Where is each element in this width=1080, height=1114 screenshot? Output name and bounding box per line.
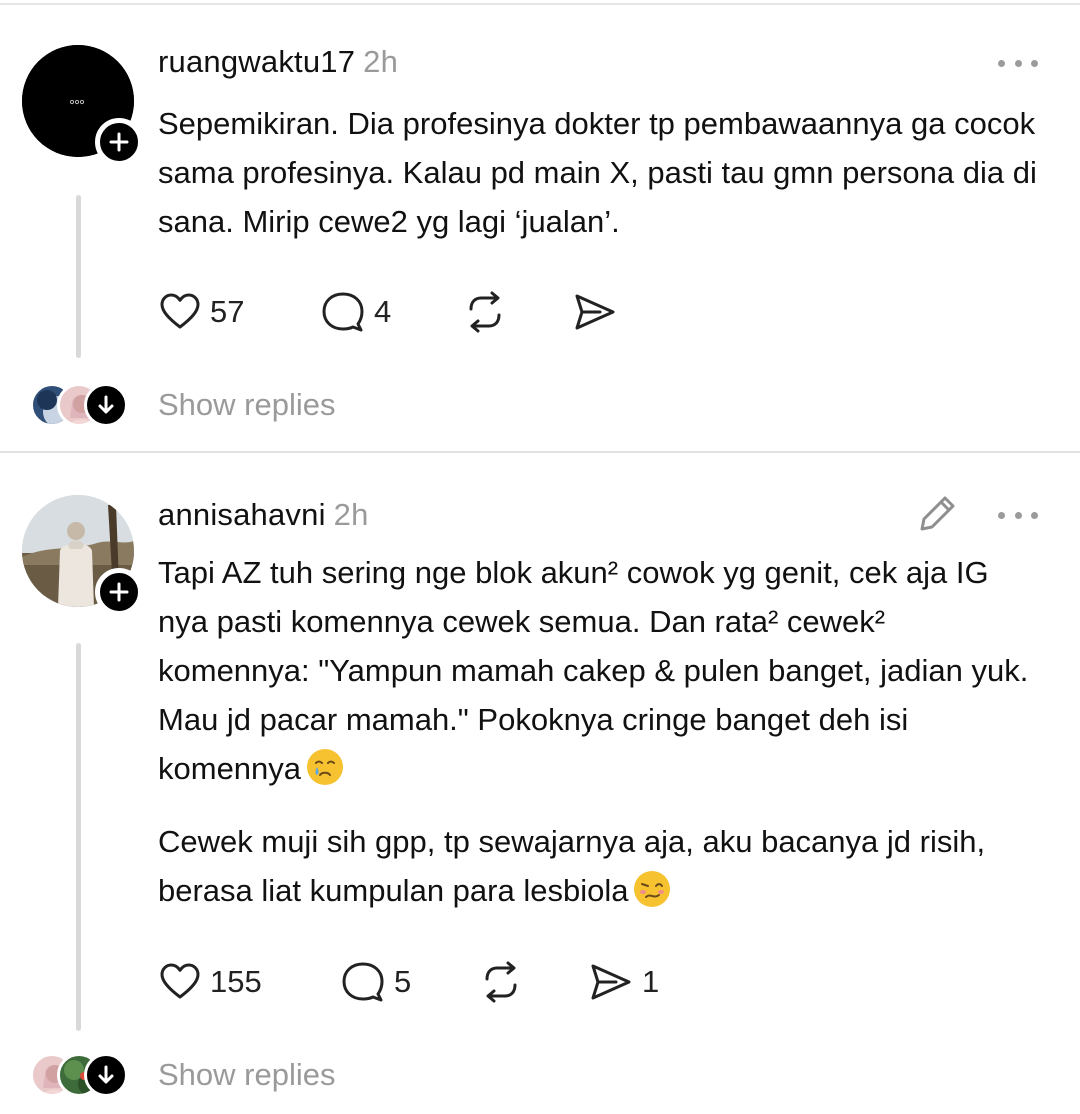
comment-count: 5 [394, 964, 412, 999]
edit-button[interactable] [918, 493, 958, 533]
timestamp: 2h [363, 44, 399, 79]
post-header: ruangwaktu17 2h [158, 44, 398, 80]
thread-post: ruangwaktu17 2h Sepemikiran. Dia profesin… [0, 0, 1080, 451]
post-header: annisahavni 2h [158, 497, 369, 533]
share-button[interactable] [572, 288, 618, 336]
expand-replies-button[interactable] [84, 383, 128, 427]
repost-icon [485, 961, 517, 1003]
post-text: Tapi AZ tuh sering nge blok akun² cowok … [158, 548, 1038, 793]
heart-icon [160, 293, 200, 329]
arrow-down-icon [98, 395, 114, 414]
follow-button[interactable] [95, 118, 143, 166]
post-text: Cewek muji sih gpp, tp sewajarnya aja, a… [158, 817, 1038, 915]
thread-line [76, 643, 81, 1031]
woozy-face-emoji [634, 871, 671, 907]
comment-button[interactable]: 4 [320, 288, 462, 336]
repost-icon [469, 291, 501, 333]
username[interactable]: annisahavni [158, 497, 326, 532]
post-paragraph: Cewek muji sih gpp, tp sewajarnya aja, a… [158, 824, 986, 908]
action-bar: 57 4 [158, 288, 618, 336]
timestamp: 2h [333, 497, 369, 532]
post-text: Sepemikiran. Dia profesinya dokter tp pe… [158, 106, 1037, 239]
show-replies-link[interactable]: Show replies [158, 1057, 335, 1093]
comment-bubble-icon [322, 292, 364, 332]
thread-line [76, 195, 81, 358]
comment-count: 4 [374, 294, 392, 329]
like-count: 155 [210, 964, 262, 999]
like-button[interactable]: 57 [158, 288, 320, 336]
more-dots-icon[interactable] [998, 57, 1038, 69]
show-replies-link[interactable]: Show replies [158, 387, 335, 423]
pencil-icon [920, 496, 955, 531]
repost-button[interactable] [462, 288, 572, 336]
username[interactable]: ruangwaktu17 [158, 44, 355, 79]
expand-replies-button[interactable] [84, 1053, 128, 1097]
send-icon [591, 964, 631, 1000]
like-count: 57 [210, 294, 245, 329]
show-replies-row[interactable]: Show replies [0, 1053, 1080, 1101]
share-count: 1 [642, 964, 660, 999]
comment-bubble-icon [342, 962, 384, 1002]
arrow-down-icon [98, 1065, 114, 1084]
post-paragraph: Tapi AZ tuh sering nge blok akun² cowok … [158, 555, 1029, 786]
share-button[interactable]: 1 [588, 958, 659, 1006]
plus-icon [109, 582, 129, 602]
repost-button[interactable] [478, 958, 588, 1006]
like-button[interactable]: 155 [158, 958, 340, 1006]
thread-post: annisahavni 2h Tapi AZ tuh sering nge blo… [0, 453, 1080, 1114]
comment-button[interactable]: 5 [340, 958, 478, 1006]
crying-face-emoji [307, 749, 344, 785]
follow-button[interactable] [95, 568, 143, 616]
send-icon [575, 294, 615, 330]
show-replies-row[interactable]: Show replies [0, 383, 1080, 431]
heart-icon [160, 963, 200, 999]
more-dots-icon[interactable] [998, 509, 1038, 521]
plus-icon [109, 132, 129, 152]
action-bar: 155 5 1 [158, 958, 659, 1006]
